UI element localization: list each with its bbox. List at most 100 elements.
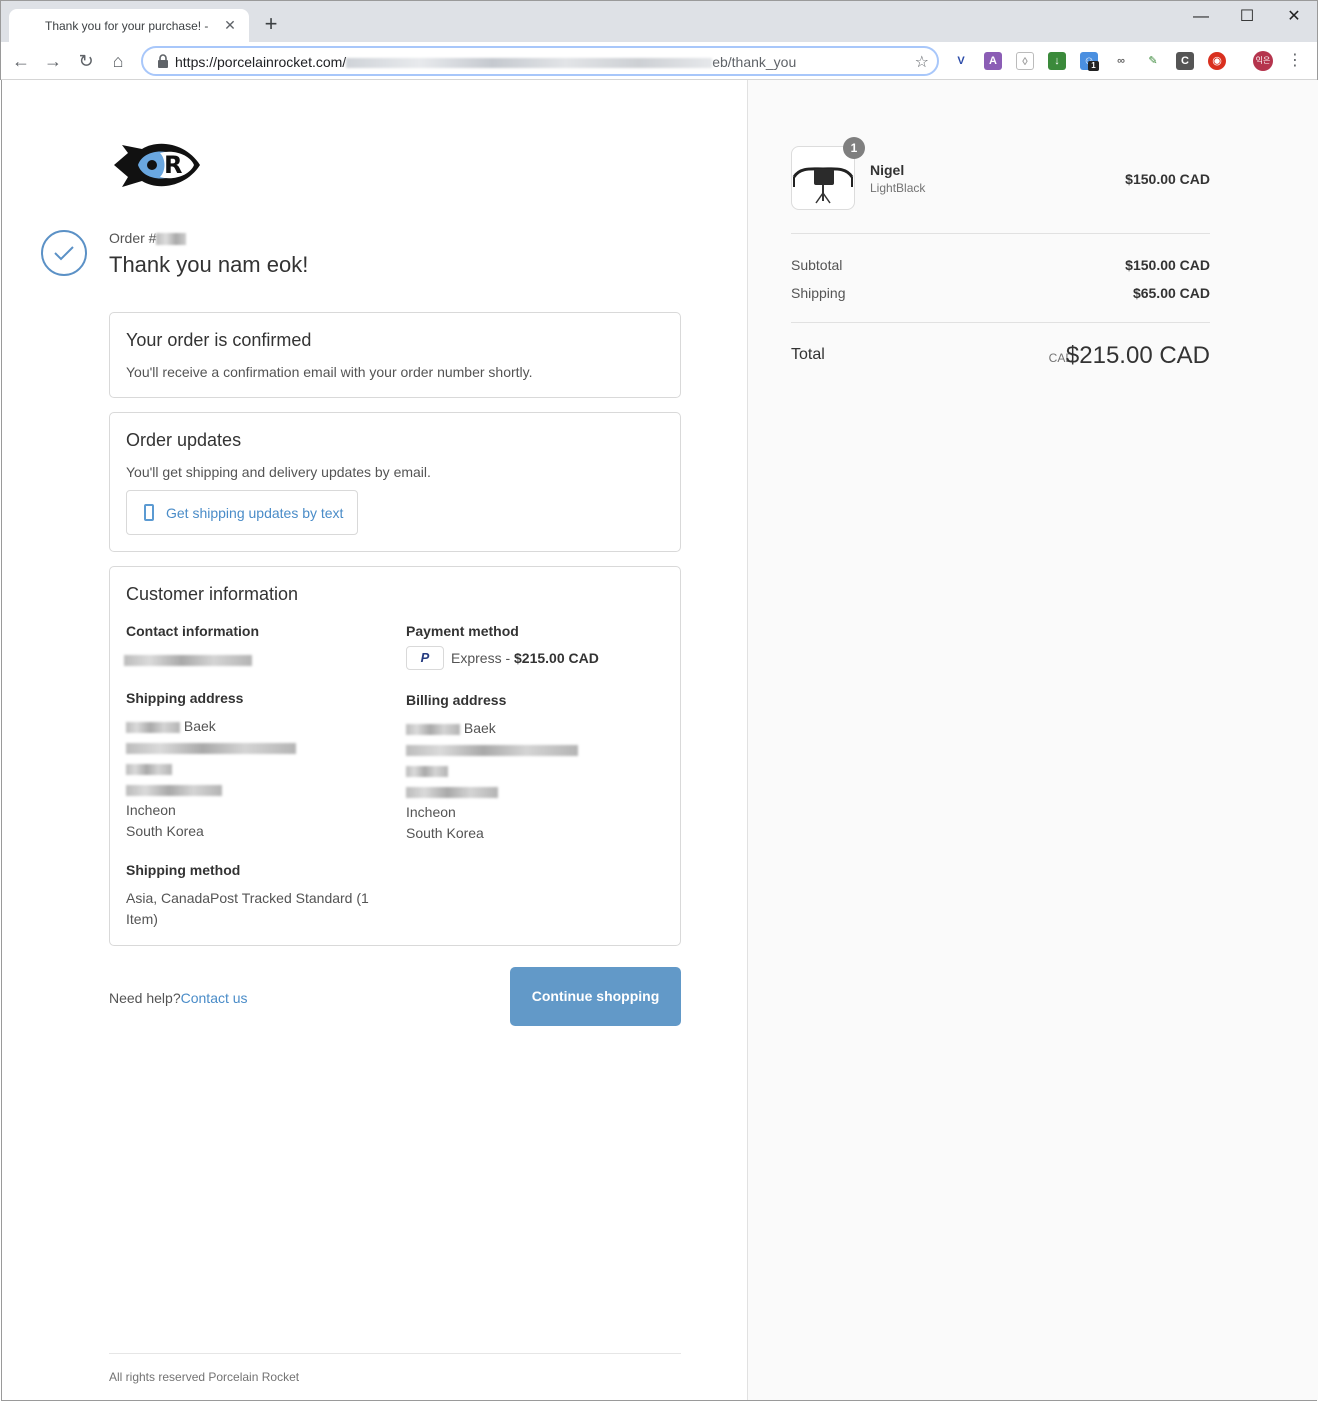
extension-tag-icon[interactable]: ✎ [1144,52,1162,70]
billing-address-city: Incheon [406,804,456,820]
extension-shield-icon[interactable]: ◊ [1016,52,1034,70]
customer-heading: Customer information [126,584,299,604]
new-tab-icon[interactable]: + [261,13,281,35]
product-price: $150.00 CAD [1125,171,1210,187]
continue-shopping-button[interactable]: Continue shopping [510,967,681,1026]
billing-address-country: South Korea [406,825,484,841]
handlebar-bag-image [792,167,854,204]
quantity-badge: 1 [843,137,865,159]
need-help-text: Need help? [109,990,181,1006]
footer-text: All rights reserved Porcelain Rocket [109,1370,300,1384]
subtotal-value: $150.00 CAD [1125,257,1210,273]
billing-address-heading: Billing address [406,692,507,708]
order-number: Order # [109,230,187,246]
home-icon[interactable]: ⌂ [108,51,128,71]
billing-line1-redacted [406,744,578,756]
bookmark-star-icon[interactable]: ☆ [915,52,929,72]
confirmed-heading: Your order is confirmed [126,330,312,350]
tab-close-icon[interactable]: ✕ [221,16,239,34]
payment-text: Express - $215.00 CAD [451,650,599,666]
customer-information-box: Customer information Contact information… [109,566,681,946]
shipping-line1-redacted [126,742,296,754]
shipping-address-country: South Korea [126,823,204,839]
checkout-page: R Order # Thank you nam eok! Your order … [1,80,1318,1401]
order-summary-sidebar: 1 Nigel LightBlack $150.00 CAD Subtotal … [747,80,1318,1400]
extension-ghost-icon[interactable]: ☺1 [1080,52,1099,71]
shipping-address-line1 [126,739,296,755]
updates-heading: Order updates [126,430,242,450]
contact-email-redacted [124,654,252,666]
minimize-icon[interactable]: — [1189,7,1213,27]
contact-heading: Contact information [126,623,259,639]
reload-icon[interactable]: ↻ [76,51,96,71]
shipping-line3-redacted [126,784,222,796]
subtotal-label: Subtotal [791,257,843,273]
total-label: Total [791,346,825,363]
shipping-address-line3 [126,781,222,797]
billing-address-line1 [406,741,578,757]
shipping-line2-redacted [126,763,172,775]
url-prefix: https://porcelainrocket.com/ [175,54,347,70]
shipping-updates-label: Get shipping updates by text [166,505,344,521]
billing-address-line2 [406,762,448,778]
phone-icon [144,504,154,521]
extension-mask-icon[interactable]: ∞ [1112,52,1130,70]
billing-address-name: Baek [406,720,496,736]
url-text: https://porcelainrocket.com/eb/thank_you [175,54,796,70]
forward-icon[interactable]: → [43,51,63,71]
checkmark-circle-icon [41,230,87,276]
url-suffix: eb/thank_you [712,54,797,70]
total-value: $215.00 CAD [1065,342,1210,369]
browser-toolbar: ← → ↻ ⌂ https://porcelainrocket.com/eb/t… [1,42,1317,80]
shipping-last-name: Baek [183,718,216,734]
address-bar[interactable]: https://porcelainrocket.com/eb/thank_you… [141,46,939,76]
confirmed-text: You'll receive a confirmation email with… [126,364,533,380]
contact-email [124,651,252,667]
updates-text: You'll get shipping and delivery updates… [126,464,431,480]
shipping-label: Shipping [791,285,846,301]
extension-v-icon[interactable]: V [952,52,970,70]
payment-amount: $215.00 CAD [514,650,599,666]
billing-last-name: Baek [463,720,496,736]
need-help: Need help?Contact us [109,990,248,1006]
svg-text:R: R [164,151,182,179]
shipping-value: $65.00 CAD [1132,285,1210,301]
extension-badge: 1 [1088,61,1099,71]
url-redacted [346,58,713,69]
shipping-method-heading: Shipping method [126,862,241,878]
paypal-icon: P [406,646,444,670]
extension-trend-icon[interactable]: ◉ [1208,52,1226,70]
shipping-updates-text-button[interactable]: Get shipping updates by text [126,490,358,535]
summary-divider [791,233,1210,234]
browser-tab[interactable]: Thank you for your purchase! - ✕ [9,9,249,43]
profile-avatar[interactable]: 익은 [1253,51,1273,71]
menu-kebab-icon[interactable]: ⋮ [1285,51,1305,71]
billing-line3-redacted [406,786,498,798]
tab-title: Thank you for your purchase! - [45,19,209,33]
product-variant: LightBlack [870,181,926,195]
shipping-method-line2: Item) [126,911,158,927]
contact-us-link[interactable]: Contact us [181,990,248,1006]
maximize-icon[interactable]: ☐ [1235,7,1259,27]
extension-c-icon[interactable]: C [1176,52,1194,70]
lock-icon [158,54,168,68]
shipping-first-name-redacted [126,721,180,733]
order-number-redacted [156,233,187,246]
thank-you-heading: Thank you nam eok! [109,252,309,277]
billing-address-line3 [406,783,498,799]
porcelain-rocket-logo[interactable]: R [108,135,204,197]
shipping-method-line1: Asia, CanadaPost Tracked Standard (1 [126,890,369,906]
payment-method-label: Express - [451,650,515,666]
billing-line2-redacted [406,765,448,777]
shipping-address-heading: Shipping address [126,690,244,706]
extension-green-icon[interactable]: ↓ [1048,52,1066,70]
payment-heading: Payment method [406,623,519,639]
order-confirmed-box: Your order is confirmed You'll receive a… [109,312,681,398]
shipping-address-name: Baek [126,718,216,734]
main-content: R Order # Thank you nam eok! Your order … [2,80,747,1400]
extension-a-icon[interactable]: A [984,52,1002,70]
close-window-icon[interactable]: ✕ [1282,7,1306,27]
shipping-address-city: Incheon [126,802,176,818]
back-icon[interactable]: ← [11,51,31,71]
footer-divider [109,1353,681,1354]
